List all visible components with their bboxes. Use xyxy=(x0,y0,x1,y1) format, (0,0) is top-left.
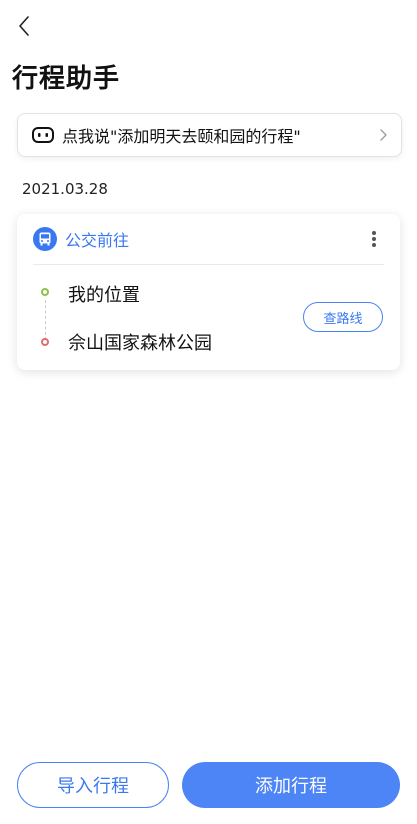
origin-dot-icon xyxy=(41,288,49,296)
destination-name: 佘山国家森林公园 xyxy=(68,333,212,354)
chevron-left-icon xyxy=(19,16,29,36)
chevron-right-icon xyxy=(380,129,387,141)
page-title: 行程助手 xyxy=(12,64,121,94)
trip-date: 2021.03.28 xyxy=(22,180,108,198)
import-trip-button[interactable]: 导入行程 xyxy=(17,762,169,808)
more-vertical-icon xyxy=(372,231,376,247)
bus-icon xyxy=(33,227,57,251)
view-route-button[interactable]: 查路线 xyxy=(303,302,383,332)
voice-prompt-text: 点我说"添加明天去颐和园的行程" xyxy=(62,127,301,146)
trip-card-header: 公交前往 xyxy=(17,214,400,264)
trip-card[interactable]: 公交前往 我的位置 佘山国家森林公园 查路线 xyxy=(17,214,400,370)
transport-mode-label: 公交前往 xyxy=(65,231,130,250)
voice-prompt-banner[interactable]: 点我说"添加明天去颐和园的行程" xyxy=(17,113,402,157)
screen: 行程助手 点我说"添加明天去颐和园的行程" 2021.03.28 公交前往 我的… xyxy=(0,0,417,824)
back-button[interactable] xyxy=(10,12,38,40)
add-trip-button[interactable]: 添加行程 xyxy=(182,762,400,808)
destination-dot-icon xyxy=(41,338,49,346)
card-divider xyxy=(33,264,384,265)
robot-icon xyxy=(32,127,54,143)
origin-name: 我的位置 xyxy=(68,285,140,306)
more-options-button[interactable] xyxy=(364,227,384,251)
route-connector-line xyxy=(45,300,46,340)
